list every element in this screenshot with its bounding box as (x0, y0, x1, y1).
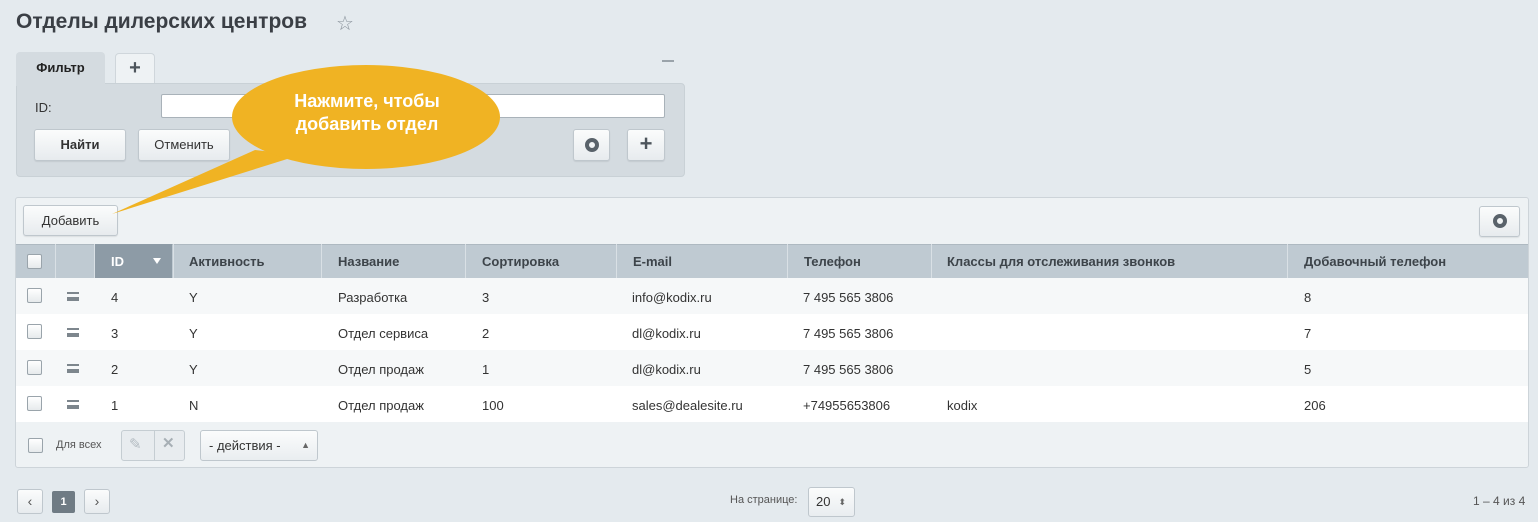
cell-phone: +74955653806 (803, 398, 891, 413)
row-menu-icon[interactable] (67, 400, 79, 409)
callout-line-2: добавить отдел (295, 114, 439, 134)
column-header-sort[interactable]: Сортировка (482, 254, 559, 269)
tab-filter[interactable]: Фильтр (16, 52, 105, 86)
pencil-icon[interactable]: ✎ (129, 435, 142, 453)
cell-sort: 3 (482, 290, 490, 305)
cell-ext: 5 (1304, 362, 1312, 377)
row-checkbox[interactable] (27, 288, 42, 303)
updown-icon: ⬍ (838, 497, 846, 507)
row-menu-icon[interactable] (67, 292, 79, 301)
delete-icon[interactable]: ✕ (162, 434, 175, 452)
cell-phone: 7 495 565 3806 (803, 326, 894, 341)
cell-id: 1 (111, 398, 119, 413)
cell-sort: 1 (482, 362, 490, 377)
actions-select[interactable]: - действия - ▲ (200, 430, 318, 461)
cell-name: Отдел продаж (338, 362, 424, 377)
column-header-email[interactable]: E-mail (633, 254, 672, 269)
column-header-name[interactable]: Название (338, 254, 399, 269)
column-header-phone[interactable]: Телефон (804, 254, 861, 269)
grid-settings-button[interactable] (1479, 206, 1520, 237)
cell-classes: kodix (947, 398, 978, 413)
column-header-ext[interactable]: Добавочный телефон (1304, 254, 1446, 269)
cell-ext: 206 (1304, 398, 1326, 413)
minimize-icon[interactable] (662, 60, 674, 62)
per-page-label: На странице: (730, 494, 798, 506)
cell-active: Y (189, 326, 198, 341)
cell-email: sales@dealesite.ru (632, 398, 743, 413)
cell-phone: 7 495 565 3806 (803, 362, 894, 377)
row-checkbox[interactable] (27, 396, 42, 411)
cancel-button[interactable]: Отменить (138, 129, 230, 161)
cell-sort: 2 (482, 326, 490, 341)
add-field-button[interactable]: + (627, 129, 665, 161)
table-row[interactable] (16, 386, 1528, 422)
cell-ext: 7 (1304, 326, 1312, 341)
updown-icon: ▲ (301, 440, 310, 450)
for-all-label: Для всех (56, 439, 102, 451)
callout-line-1: Нажмите, чтобы (294, 91, 440, 111)
select-all-footer-checkbox[interactable] (28, 438, 43, 453)
find-button[interactable]: Найти (34, 129, 126, 161)
actions-select-value: - действия - (209, 438, 281, 453)
cell-id: 3 (111, 326, 119, 341)
cell-id: 2 (111, 362, 119, 377)
callout-text: Нажмите, чтобы добавить отдел (232, 90, 502, 136)
add-button[interactable]: Добавить (23, 205, 118, 236)
add-filter-tab-button[interactable]: + (115, 53, 155, 83)
per-page-select[interactable]: 20 ⬍ (808, 487, 855, 517)
cell-email: dl@kodix.ru (632, 362, 701, 377)
sort-desc-icon (153, 258, 161, 264)
per-page-value: 20 (816, 494, 831, 509)
cell-id: 4 (111, 290, 119, 305)
select-all-checkbox[interactable] (27, 254, 42, 269)
range-text: 1 – 4 из 4 (1473, 494, 1526, 508)
filter-settings-button[interactable] (573, 129, 610, 161)
cell-email: dl@kodix.ru (632, 326, 701, 341)
cell-ext: 8 (1304, 290, 1312, 305)
current-page[interactable]: 1 (52, 491, 75, 513)
id-label: ID: (35, 100, 52, 115)
gear-icon (1492, 214, 1507, 228)
column-header-classes[interactable]: Классы для отслеживания звонков (947, 254, 1175, 269)
column-header-id[interactable]: ID (111, 254, 124, 269)
prev-page-button[interactable]: ‹ (17, 489, 43, 514)
star-icon[interactable]: ☆ (336, 11, 354, 36)
cell-email: info@kodix.ru (632, 290, 712, 305)
table-row[interactable] (16, 350, 1528, 386)
row-checkbox[interactable] (27, 360, 42, 375)
table-row[interactable] (16, 314, 1528, 350)
cell-name: Отдел сервиса (338, 326, 429, 341)
cell-active: N (189, 398, 199, 413)
table-row[interactable] (16, 278, 1528, 314)
row-checkbox[interactable] (27, 324, 42, 339)
cell-sort: 100 (482, 398, 504, 413)
next-page-button[interactable]: › (84, 489, 110, 514)
column-header-active[interactable]: Активность (189, 254, 264, 269)
cell-name: Разработка (338, 290, 408, 305)
page-title: Отделы дилерских центров (16, 10, 308, 33)
cell-name: Отдел продаж (338, 398, 424, 413)
cell-phone: 7 495 565 3806 (803, 290, 894, 305)
row-menu-icon[interactable] (67, 364, 79, 373)
gear-icon (584, 138, 599, 152)
cell-active: Y (189, 290, 198, 305)
cell-active: Y (189, 362, 198, 377)
row-menu-icon[interactable] (67, 328, 79, 337)
